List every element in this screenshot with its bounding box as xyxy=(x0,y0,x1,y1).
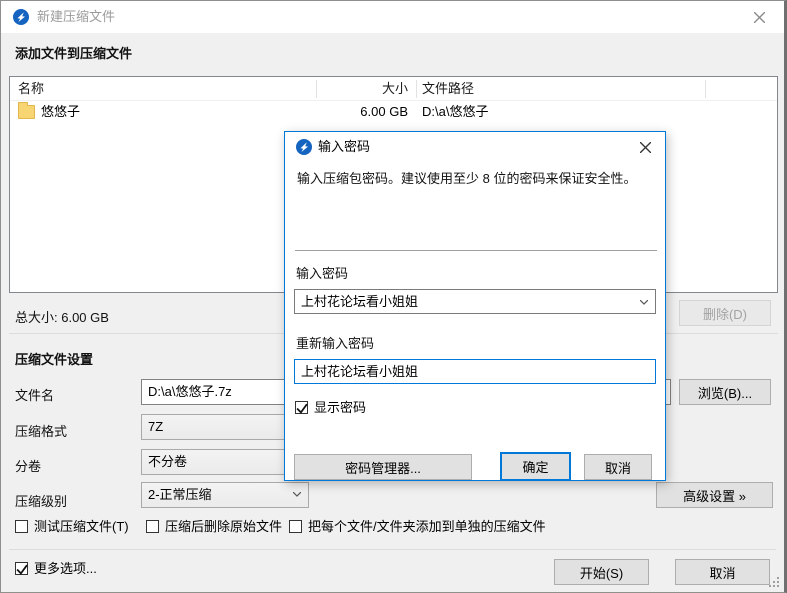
filename-label: 文件名 xyxy=(15,385,54,404)
column-divider[interactable] xyxy=(316,80,317,98)
level-label: 压缩级别 xyxy=(15,491,67,510)
total-size-text: 总大小: 6.00 GB xyxy=(15,307,109,326)
close-icon xyxy=(640,142,651,153)
divider xyxy=(295,250,657,251)
delete-button[interactable]: 删除(D) xyxy=(679,300,771,326)
volume-label: 分卷 xyxy=(15,456,41,475)
start-button[interactable]: 开始(S) xyxy=(554,559,649,585)
ok-button[interactable]: 确定 xyxy=(500,452,571,481)
column-divider[interactable] xyxy=(705,80,706,98)
password-value: 上村花论坛看小姐姐 xyxy=(301,294,418,309)
checkbox-label: 更多选项... xyxy=(34,561,97,577)
dialog-message: 输入压缩包密码。建议使用至少 8 位的密码来保证安全性。 xyxy=(297,170,653,188)
dialog-cancel-button[interactable]: 取消 xyxy=(584,454,652,480)
column-header-name[interactable]: 名称 xyxy=(18,77,44,101)
level-value: 2-正常压缩 xyxy=(148,487,212,502)
cancel-button[interactable]: 取消 xyxy=(675,559,770,585)
chevron-down-icon xyxy=(640,300,648,305)
confirm-password-input[interactable]: 上村花论坛看小姐姐 xyxy=(294,359,656,384)
checkbox-box[interactable] xyxy=(146,520,159,533)
checkbox-label: 显示密码 xyxy=(314,400,366,416)
section-add-files-label: 添加文件到压缩文件 xyxy=(15,43,132,62)
checkbox-label: 测试压缩文件(T) xyxy=(34,519,129,535)
advanced-settings-button[interactable]: 高级设置 » xyxy=(656,482,773,508)
window-titlebar: 新建压缩文件 xyxy=(1,1,784,33)
new-archive-window: 新建压缩文件 添加文件到压缩文件 名称 大小 文件路径 悠悠子 6.00 GB … xyxy=(0,0,787,593)
folder-icon xyxy=(18,105,35,119)
dialog-title: 输入密码 xyxy=(318,132,370,162)
checkbox-box[interactable] xyxy=(15,562,28,575)
app-logo-icon xyxy=(296,139,312,155)
file-list-header: 名称 大小 文件路径 xyxy=(10,77,777,101)
checkbox-delete-originals[interactable]: 压缩后删除原始文件 xyxy=(146,519,282,535)
window-title: 新建压缩文件 xyxy=(37,1,115,33)
password-dialog: 输入密码 输入压缩包密码。建议使用至少 8 位的密码来保证安全性。 输入密码 上… xyxy=(284,131,666,481)
close-icon xyxy=(754,12,765,23)
file-name: 悠悠子 xyxy=(41,101,80,123)
volume-value: 不分卷 xyxy=(148,454,187,469)
table-row[interactable]: 悠悠子 6.00 GB D:\a\悠悠子 xyxy=(10,101,777,123)
column-header-size[interactable]: 大小 xyxy=(330,77,408,101)
column-header-path[interactable]: 文件路径 xyxy=(422,77,474,101)
level-select[interactable]: 2-正常压缩 xyxy=(141,482,309,508)
resize-grip[interactable] xyxy=(777,585,779,587)
checkbox-box[interactable] xyxy=(289,520,302,533)
checkbox-label: 压缩后删除原始文件 xyxy=(165,519,282,535)
file-path: D:\a\悠悠子 xyxy=(422,101,488,123)
window-close-button[interactable] xyxy=(742,1,776,33)
file-size: 6.00 GB xyxy=(330,101,408,123)
chevron-down-icon xyxy=(293,492,301,497)
dialog-close-button[interactable] xyxy=(629,132,661,162)
format-label: 压缩格式 xyxy=(15,421,67,440)
password-input[interactable]: 上村花论坛看小姐姐 xyxy=(294,289,656,314)
checkbox-test-archive[interactable]: 测试压缩文件(T) xyxy=(15,519,129,535)
section-settings-label: 压缩文件设置 xyxy=(15,349,93,368)
checkbox-more-options[interactable]: 更多选项... xyxy=(15,561,97,577)
check-icon xyxy=(16,563,28,575)
column-divider[interactable] xyxy=(416,80,417,98)
browse-button[interactable]: 浏览(B)... xyxy=(679,379,771,405)
password-manager-button[interactable]: 密码管理器... xyxy=(294,454,472,480)
checkbox-label: 把每个文件/文件夹添加到单独的压缩文件 xyxy=(308,519,546,535)
confirm-password-label: 重新输入密码 xyxy=(296,333,374,352)
checkbox-show-password[interactable]: 显示密码 xyxy=(295,400,366,416)
check-icon xyxy=(296,402,308,414)
format-value: 7Z xyxy=(148,419,163,434)
password-label: 输入密码 xyxy=(296,263,348,282)
checkbox-box[interactable] xyxy=(295,401,308,414)
divider xyxy=(9,549,776,550)
dialog-titlebar: 输入密码 xyxy=(285,132,665,162)
app-logo-icon xyxy=(13,9,29,25)
checkbox-box[interactable] xyxy=(15,520,28,533)
checkbox-separate-archives[interactable]: 把每个文件/文件夹添加到单独的压缩文件 xyxy=(289,519,546,535)
